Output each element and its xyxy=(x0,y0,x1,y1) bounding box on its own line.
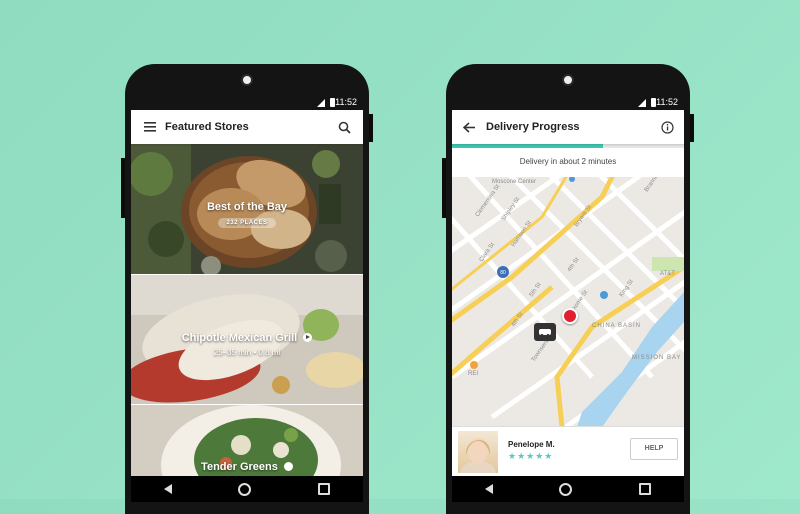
store-meta: 25–35 min • 0.8 mi xyxy=(213,348,281,357)
back-arrow-icon[interactable] xyxy=(456,114,482,140)
delivery-map[interactable]: Moscone Center Clementina St Shipley St … xyxy=(452,177,684,427)
recents-nav-icon[interactable] xyxy=(317,483,330,495)
back-nav-icon[interactable] xyxy=(164,484,173,494)
svg-text:80: 80 xyxy=(500,270,506,276)
progress-fill xyxy=(452,144,603,148)
store-card-best-of-the-bay[interactable]: Best of the Bay 232 PLACES xyxy=(131,144,363,274)
earpiece xyxy=(241,74,253,86)
play-icon xyxy=(303,333,313,342)
svg-text:MISSION BAY: MISSION BAY xyxy=(632,355,682,361)
svg-text:AT&T: AT&T xyxy=(660,271,675,277)
status-bar: 11:52 xyxy=(131,96,363,110)
info-icon[interactable] xyxy=(654,114,680,140)
map-canvas: Moscone Center Clementina St Shipley St … xyxy=(452,177,684,427)
clock: 11:52 xyxy=(335,97,357,107)
power-button xyxy=(121,158,125,218)
status-bar: 11:52 xyxy=(452,96,684,110)
store-card-chipotle[interactable]: Chipotle Mexican Grill 25–35 min • 0.8 m… xyxy=(131,275,363,404)
store-name: Best of the Bay xyxy=(206,201,288,213)
recents-nav-icon[interactable] xyxy=(638,483,651,495)
eta-banner: Delivery in about 2 minutes xyxy=(452,144,684,176)
delivery-app-bar: Delivery Progress xyxy=(452,110,684,144)
power-button xyxy=(442,158,446,218)
menu-icon[interactable] xyxy=(137,114,163,140)
rating-stars: ★★★★★ xyxy=(508,451,554,461)
eta-text: Delivery in about 2 minutes xyxy=(519,157,617,166)
search-icon[interactable] xyxy=(331,114,357,140)
signal-icon xyxy=(317,99,325,107)
page-title: Delivery Progress xyxy=(486,121,580,133)
help-button[interactable]: HELP xyxy=(630,438,678,460)
nav-bar xyxy=(131,476,363,502)
featured-app-bar: Featured Stores xyxy=(131,110,363,144)
page-title: Featured Stores xyxy=(165,121,249,133)
courier-panel: Penelope M. ★★★★★ HELP xyxy=(452,426,684,476)
volume-button xyxy=(690,114,694,142)
destination-pin-icon[interactable] xyxy=(562,308,578,324)
svg-text:REI: REI xyxy=(468,371,478,377)
avatar xyxy=(458,431,498,473)
store-name: Tender Greens xyxy=(131,461,363,473)
store-name: Chipotle Mexican Grill xyxy=(131,332,363,344)
back-nav-icon[interactable] xyxy=(485,484,494,494)
phone-featured-stores: Featured Stores Best of the Bay 232 PLAC… xyxy=(121,64,373,514)
delivery-screen: Delivery Progress Delivery in about 2 mi… xyxy=(452,96,684,476)
signal-icon xyxy=(638,99,646,107)
courier-car-icon[interactable] xyxy=(534,323,556,341)
nav-bar xyxy=(452,476,684,502)
play-icon xyxy=(283,462,293,471)
earpiece xyxy=(562,74,574,86)
home-nav-icon[interactable] xyxy=(559,482,573,496)
delivery-progress-bar xyxy=(452,144,684,148)
svg-text:Moscone Center: Moscone Center xyxy=(492,179,536,185)
store-card-tender-greens[interactable]: Tender Greens xyxy=(131,405,363,476)
home-nav-icon[interactable] xyxy=(238,482,252,496)
clock: 11:52 xyxy=(656,97,678,107)
places-badge: 232 PLACES xyxy=(218,218,276,228)
courier-name: Penelope M. xyxy=(508,440,555,449)
featured-screen: Featured Stores Best of the Bay 232 PLAC… xyxy=(131,96,363,476)
svg-text:CHINA BASIN: CHINA BASIN xyxy=(592,323,641,329)
phone-delivery-progress: Delivery Progress Delivery in about 2 mi… xyxy=(442,64,694,514)
volume-button xyxy=(369,114,373,142)
